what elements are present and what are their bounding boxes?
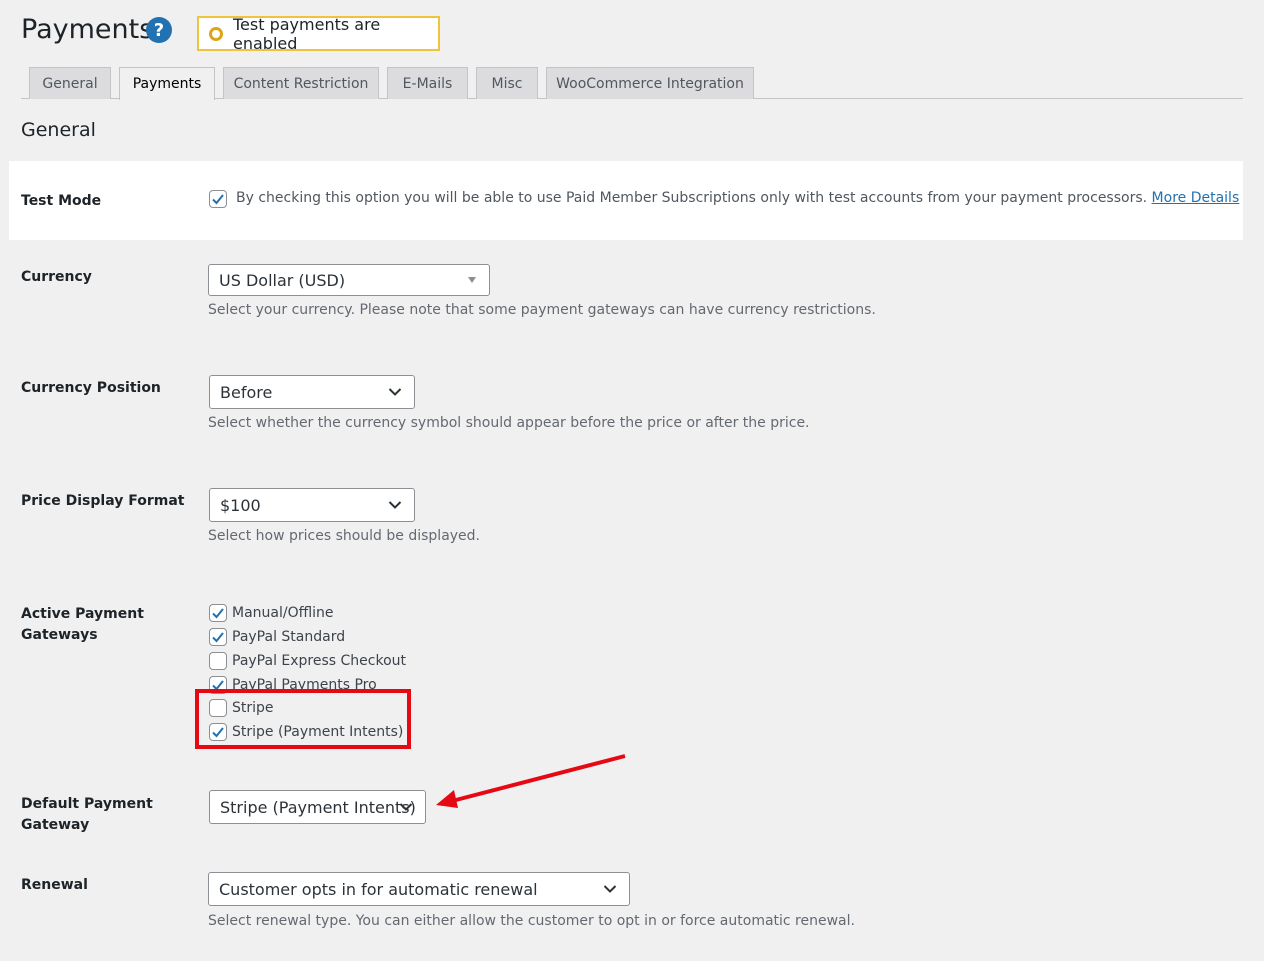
more-details-link[interactable]: More Details	[1152, 190, 1240, 206]
gateways-label: Active Payment Gateways	[21, 606, 144, 643]
price-display-value: $100	[220, 495, 261, 515]
tab-misc[interactable]: Misc	[476, 67, 538, 99]
gateway-item-paypal-express[interactable]: PayPal Express Checkout	[209, 652, 406, 670]
currency-description: Select your currency. Please note that s…	[208, 302, 876, 318]
currency-position-select[interactable]: Before	[209, 375, 415, 409]
gateway-checkbox[interactable]	[209, 604, 227, 622]
tab-payments[interactable]: Payments	[119, 67, 215, 100]
checkmark-icon	[212, 632, 224, 643]
price-display-label: Price Display Format	[21, 493, 185, 509]
chevron-down-icon	[603, 885, 617, 893]
page-title: Payments	[21, 14, 154, 45]
currency-select-value: US Dollar (USD)	[219, 270, 346, 290]
price-display-select[interactable]: $100	[209, 488, 415, 522]
default-gateway-label: Default Payment Gateway	[21, 796, 153, 833]
chevron-down-icon	[388, 501, 402, 509]
chevron-down-icon	[388, 388, 402, 396]
currency-select[interactable]: US Dollar (USD)	[208, 264, 490, 296]
test-payments-notice: Test payments are enabled	[197, 14, 440, 53]
tab-woocommerce-integration[interactable]: WooCommerce Integration	[546, 67, 754, 99]
currency-label: Currency	[21, 269, 92, 285]
currency-position-label: Currency Position	[21, 380, 161, 396]
gateway-checkbox[interactable]	[209, 628, 227, 646]
section-title: General	[21, 119, 96, 141]
tab-general[interactable]: General	[29, 67, 111, 99]
renewal-select[interactable]: Customer opts in for automatic renewal	[208, 872, 630, 906]
renewal-value: Customer opts in for automatic renewal	[219, 879, 538, 899]
gateway-item-paypal-standard[interactable]: PayPal Standard	[209, 628, 345, 646]
checkmark-icon	[212, 608, 224, 619]
test-mode-checkbox[interactable]	[209, 190, 227, 208]
price-display-description: Select how prices should be displayed.	[208, 528, 481, 544]
checkmark-icon	[212, 194, 224, 205]
renewal-label: Renewal	[21, 877, 88, 893]
test-mode-label: Test Mode	[21, 193, 102, 209]
renewal-description: Select renewal type. You can either allo…	[208, 913, 855, 929]
test-notice-text: Test payments are enabled	[233, 14, 381, 53]
default-gateway-value: Stripe (Payment Intents)	[220, 797, 416, 817]
help-icon[interactable]: ?	[146, 17, 172, 43]
currency-position-value: Before	[220, 382, 273, 402]
chevron-down-icon	[399, 803, 413, 811]
gateway-checkbox[interactable]	[209, 652, 227, 670]
tab-content-restriction[interactable]: Content Restriction	[223, 67, 379, 99]
default-gateway-select[interactable]: Stripe (Payment Intents)	[209, 790, 426, 824]
warning-ring-icon	[209, 26, 223, 41]
gateway-item-manual-offline[interactable]: Manual/Offline	[209, 604, 334, 622]
currency-position-description: Select whether the currency symbol shoul…	[208, 415, 810, 431]
test-mode-description: By checking this option you will be able…	[236, 190, 1240, 206]
dropdown-triangle-icon	[468, 277, 476, 283]
tab-emails[interactable]: E-Mails	[387, 67, 468, 99]
annotation-arrow-icon	[436, 754, 626, 808]
highlight-annotation-box	[195, 689, 411, 749]
